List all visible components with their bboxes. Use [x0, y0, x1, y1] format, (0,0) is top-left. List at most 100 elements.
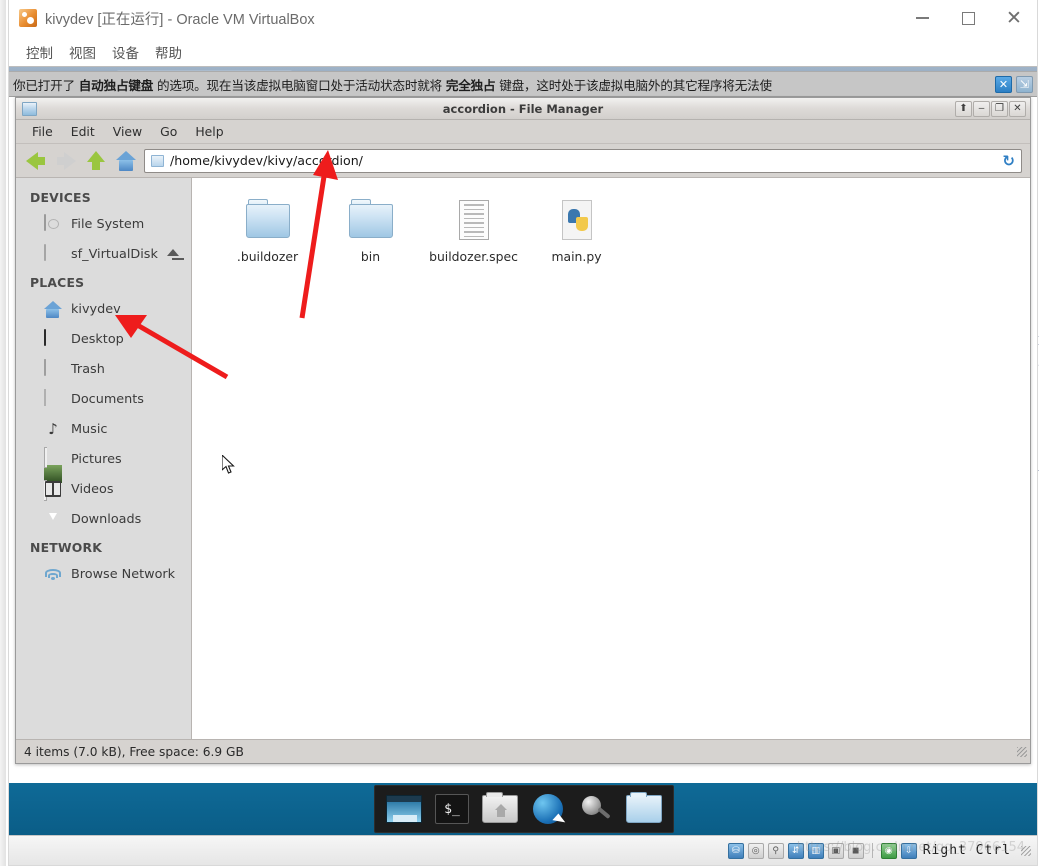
- picture-icon: [44, 447, 62, 501]
- menu-file[interactable]: File: [24, 123, 61, 140]
- file-manager-window: accordion - File Manager ⬆ – ❐ ✕ File Ed…: [15, 97, 1031, 764]
- video-icon: [44, 480, 62, 498]
- up-arrow-icon[interactable]: [84, 149, 108, 173]
- sidebar-heading-devices: DEVICES: [30, 190, 91, 205]
- notification-text: 你已打开了 自动独占键盘 的选项。现在当该虚拟电脑窗口处于活动状态时就将 完全独…: [13, 75, 772, 94]
- dock-item-show-desktop[interactable]: [381, 789, 427, 829]
- menu-view[interactable]: 视图: [62, 40, 103, 64]
- sidebar-item-label: Pictures: [71, 451, 122, 467]
- notification-close-button[interactable]: ✕: [995, 75, 1012, 93]
- dock-item-terminal[interactable]: $_: [429, 789, 475, 829]
- sidebar-item-label: Desktop: [71, 331, 124, 347]
- forward-arrow-icon[interactable]: [54, 149, 78, 173]
- usb-icon[interactable]: ⚲: [767, 842, 784, 859]
- statusbar-separator: [871, 843, 873, 858]
- virtualbox-statusbar: https://blog.csdn.net/qq_37966154 ⛁ ◎ ⚲ …: [9, 835, 1037, 865]
- shade-button[interactable]: ⬆: [955, 100, 972, 117]
- path-input[interactable]: /home/kivydev/kivy/accordion/ ↻: [144, 148, 1022, 173]
- document-icon: [44, 389, 62, 408]
- sidebar-item-label: Documents: [71, 391, 144, 407]
- file-label: main.py: [551, 249, 602, 264]
- minimize-button[interactable]: [899, 0, 945, 37]
- optical-disk-icon[interactable]: ◎: [747, 842, 764, 859]
- home-icon[interactable]: [114, 149, 138, 173]
- harddisk-icon[interactable]: ⛁: [727, 842, 744, 859]
- sidebar-item-downloads[interactable]: Downloads: [16, 504, 191, 534]
- host-key-label: Right Ctrl: [922, 843, 1011, 858]
- sidebar-heading-network: NETWORK: [30, 540, 103, 555]
- sidebar-item-documents[interactable]: Documents: [16, 384, 191, 414]
- sidebar-item-desktop[interactable]: Desktop: [16, 324, 191, 354]
- menu-go[interactable]: Go: [152, 123, 185, 140]
- sidebar-item-trash[interactable]: Trash: [16, 354, 191, 384]
- sidebar-item-label: sf_VirtualDisk: [71, 246, 158, 262]
- sidebar-item-label: File System: [71, 216, 145, 232]
- file-item-buildozer-spec[interactable]: buildozer.spec: [422, 192, 525, 264]
- file-manager-window-controls: ⬆ – ❐ ✕: [955, 100, 1030, 117]
- notif-bold-1: 自动独占键盘: [78, 77, 154, 93]
- menu-help[interactable]: 帮助: [148, 40, 189, 64]
- dock: $_: [374, 785, 674, 833]
- sidebar-heading-places: PLACES: [30, 275, 85, 290]
- sidebar-item-kivydev[interactable]: kivydev: [16, 294, 191, 324]
- menu-edit[interactable]: Edit: [63, 123, 103, 140]
- file-manager-body: DEVICES File System sf_VirtualDisk PLACE…: [16, 178, 1030, 739]
- eject-icon[interactable]: [166, 248, 189, 260]
- sidebar-item-file-system[interactable]: File System: [16, 209, 191, 239]
- sidebar-item-label: kivydev: [71, 301, 121, 317]
- virtualbox-window: kivydev [正在运行] - Oracle VM VirtualBox ✕ …: [8, 0, 1038, 866]
- folder-icon: [347, 198, 395, 244]
- virtualbox-titlebar: kivydev [正在运行] - Oracle VM VirtualBox ✕: [9, 0, 1037, 37]
- sidebar-item-label: Trash: [71, 361, 105, 377]
- maximize-button[interactable]: [945, 0, 991, 37]
- notification-expand-button[interactable]: ⇲: [1016, 75, 1033, 93]
- notif-bold-2: 完全独占: [445, 77, 496, 93]
- menu-view[interactable]: View: [105, 123, 150, 140]
- sidebar-item-browse-network[interactable]: Browse Network: [16, 559, 191, 589]
- host-key-icon[interactable]: ◉: [880, 842, 897, 859]
- file-item-buildozer[interactable]: .buildozer: [216, 192, 319, 264]
- sidebar-item-label: Videos: [71, 481, 114, 497]
- maximize-button[interactable]: ❐: [991, 100, 1008, 117]
- dock-item-home-folder[interactable]: [477, 789, 523, 829]
- file-item-bin[interactable]: bin: [319, 192, 422, 264]
- notification-buttons: ✕ ⇲: [995, 75, 1035, 93]
- keyboard-capture-notification: 你已打开了 自动独占键盘 的选项。现在当该虚拟电脑窗口处于活动状态时就将 完全独…: [9, 71, 1037, 97]
- network-icon[interactable]: ⇵: [787, 842, 804, 859]
- resize-grip[interactable]: [1017, 746, 1027, 757]
- python-file-icon: [553, 198, 601, 244]
- desktop-icon: [44, 329, 62, 348]
- back-arrow-icon[interactable]: [24, 149, 48, 173]
- dock-item-file-manager[interactable]: [621, 789, 667, 829]
- resize-grip[interactable]: [1021, 845, 1031, 856]
- dock-item-search[interactable]: [573, 789, 619, 829]
- sidebar-item-pictures[interactable]: Pictures: [16, 444, 191, 501]
- menu-help[interactable]: Help: [187, 123, 231, 140]
- minimize-button[interactable]: –: [973, 100, 990, 117]
- trash-icon: [44, 359, 62, 378]
- recording-icon[interactable]: ◼: [847, 842, 864, 859]
- close-button[interactable]: ✕: [1009, 100, 1026, 117]
- reload-icon[interactable]: ↻: [1002, 152, 1015, 170]
- sidebar-item-sf-virtualdisk[interactable]: sf_VirtualDisk: [16, 239, 191, 269]
- screen-root: 司 重 管 件 b kivydev [正在运行] - Oracle VM Vir…: [0, 0, 1042, 866]
- dock-item-web-browser[interactable]: [525, 789, 571, 829]
- mouse-integration-icon[interactable]: ⇩: [900, 842, 917, 859]
- shared-folder-icon[interactable]: ▥: [807, 842, 824, 859]
- sidebar-item-music[interactable]: ♪ Music: [16, 414, 191, 444]
- path-value: /home/kivydev/kivy/accordion/: [170, 153, 363, 168]
- file-list-area[interactable]: .buildozer bin buildozer.spec main.py: [192, 178, 1030, 739]
- file-item-main-py[interactable]: main.py: [525, 192, 628, 264]
- menu-control[interactable]: 控制: [19, 40, 60, 64]
- menu-devices[interactable]: 设备: [105, 40, 146, 64]
- file-manager-titlebar: accordion - File Manager ⬆ – ❐ ✕: [16, 98, 1030, 120]
- status-text: 4 items (7.0 kB), Free space: 6.9 GB: [24, 744, 244, 759]
- document-icon: [450, 198, 498, 244]
- display-icon[interactable]: ▣: [827, 842, 844, 859]
- sidebar-item-videos[interactable]: Videos: [16, 474, 191, 504]
- file-manager-statusbar: 4 items (7.0 kB), Free space: 6.9 GB: [16, 739, 1030, 763]
- file-manager-toolbar: /home/kivydev/kivy/accordion/ ↻: [16, 144, 1030, 178]
- wifi-network-icon: [44, 568, 62, 583]
- close-button[interactable]: ✕: [991, 0, 1037, 37]
- file-label: .buildozer: [236, 249, 299, 264]
